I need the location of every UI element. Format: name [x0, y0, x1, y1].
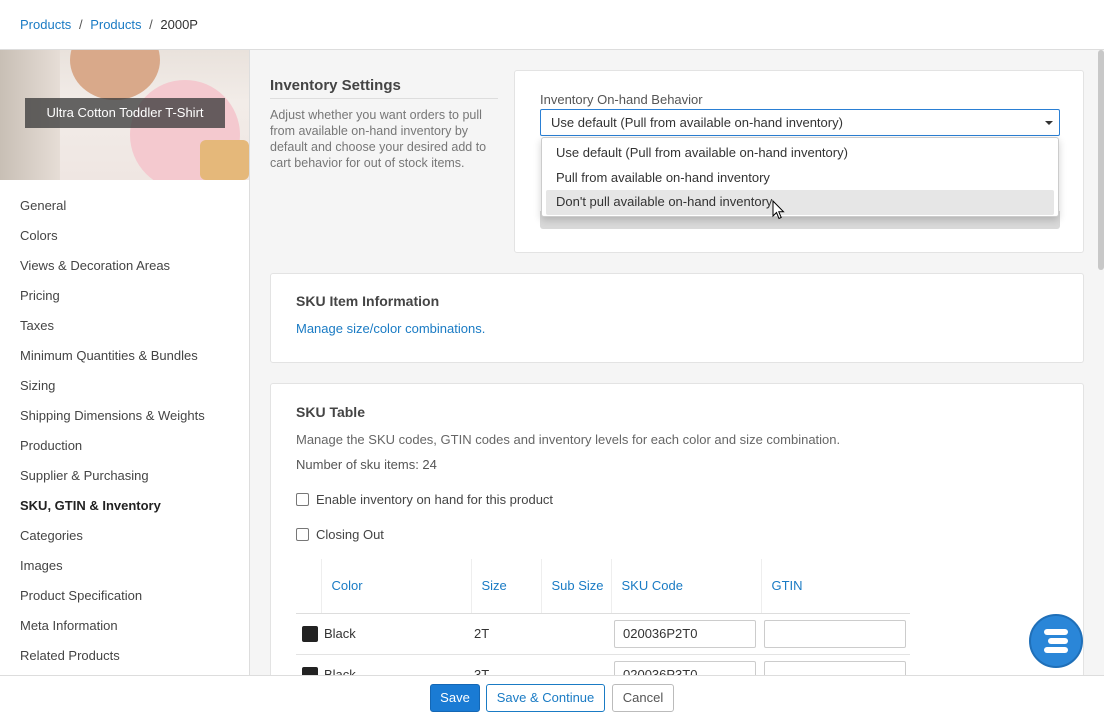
color-swatch-cell: [296, 654, 321, 675]
sidebar-item-minimum-quantities[interactable]: Minimum Quantities & Bundles: [0, 341, 249, 371]
sku-code-input[interactable]: 020036P3T0: [614, 660, 756, 675]
breadcrumb-link-products-2[interactable]: Products: [90, 17, 141, 32]
table-row: Black 3T 020036P3T0: [296, 654, 910, 675]
sub-size-cell: [541, 613, 611, 655]
gtin-cell: [761, 654, 910, 675]
closing-out-checkbox-row[interactable]: Closing Out: [296, 527, 384, 542]
size-cell: 2T: [471, 613, 541, 655]
breadcrumb-separator: /: [78, 17, 83, 32]
product-name-label: Ultra Cotton Toddler T-Shirt: [25, 98, 225, 128]
sidebar: Ultra Cotton Toddler T-Shirt General Col…: [0, 50, 250, 675]
color-swatch-cell: [296, 613, 321, 655]
manage-combinations-link[interactable]: Manage size/color combinations.: [296, 321, 485, 336]
size-cell: 3T: [471, 654, 541, 675]
closing-out-label: Closing Out: [316, 527, 384, 542]
sidebar-item-views-decoration-areas[interactable]: Views & Decoration Areas: [0, 251, 249, 281]
product-image: Ultra Cotton Toddler T-Shirt: [0, 50, 249, 180]
divider: [270, 98, 498, 99]
dropdown-option-dont-pull[interactable]: Don't pull available on-hand inventory: [546, 190, 1054, 215]
color-swatch: [302, 666, 318, 675]
breadcrumb-separator: /: [149, 17, 153, 32]
top-bar: Products / Products / 2000P: [0, 0, 1104, 50]
color-swatch: [302, 625, 318, 642]
inventory-behavior-dropdown-list: Use default (Pull from available on-hand…: [541, 137, 1059, 217]
footer-actions: Save Save & Continue Cancel: [0, 675, 1104, 718]
inventory-behavior-label: Inventory On-hand Behavior: [540, 92, 703, 107]
color-cell: Black: [321, 654, 471, 675]
dropdown-option-pull[interactable]: Pull from available on-hand inventory: [546, 166, 1054, 191]
sidebar-item-sizing[interactable]: Sizing: [0, 371, 249, 401]
inventory-behavior-selected-value: Use default (Pull from available on-hand…: [551, 115, 843, 130]
sku-code-input[interactable]: 020036P2T0: [614, 619, 756, 648]
scrollbar[interactable]: [1098, 50, 1104, 270]
chat-widget-button[interactable]: [1029, 614, 1083, 668]
column-header-sub-size[interactable]: Sub Size: [540, 559, 611, 614]
sku-table-description: Manage the SKU codes, GTIN codes and inv…: [296, 432, 841, 447]
sku-code-cell: 020036P2T0: [611, 613, 761, 655]
sidebar-item-colors[interactable]: Colors: [0, 221, 249, 251]
inventory-behavior-select[interactable]: Use default (Pull from available on-hand…: [540, 109, 1060, 136]
sku-item-information-title: SKU Item Information: [296, 293, 440, 309]
sidebar-item-sku-gtin-inventory[interactable]: SKU, GTIN & Inventory: [0, 491, 249, 521]
sidebar-item-shipping[interactable]: Shipping Dimensions & Weights: [0, 401, 249, 431]
sku-table-card: SKU Table Manage the SKU codes, GTIN cod…: [270, 383, 1084, 675]
breadcrumb-current: 2000P: [160, 17, 198, 32]
sub-size-cell: [541, 654, 611, 675]
sidebar-item-supplier-purchasing[interactable]: Supplier & Purchasing: [0, 461, 249, 491]
column-header-gtin[interactable]: GTIN: [760, 559, 910, 614]
cancel-button[interactable]: Cancel: [612, 684, 674, 712]
sku-table: Color Size Sub Size SKU Code GTIN Black …: [296, 559, 910, 675]
save-continue-button[interactable]: Save & Continue: [486, 684, 605, 712]
dropdown-option-use-default[interactable]: Use default (Pull from available on-hand…: [546, 141, 1054, 166]
inventory-settings-title: Inventory Settings: [270, 77, 401, 94]
sidebar-item-product-specification[interactable]: Product Specification: [0, 581, 249, 611]
breadcrumb: Products / Products / 2000P: [20, 17, 198, 32]
chat-icon-bar: [1044, 629, 1068, 635]
enable-inventory-label: Enable inventory on hand for this produc…: [316, 492, 554, 507]
sidebar-item-related-products[interactable]: Related Products: [0, 641, 249, 671]
column-header-color[interactable]: Color: [320, 559, 471, 614]
sidebar-item-meta-information[interactable]: Meta Information: [0, 611, 249, 641]
sku-item-information-card: SKU Item Information Manage size/color c…: [270, 273, 1084, 363]
sidebar-nav: General Colors Views & Decoration Areas …: [0, 180, 249, 671]
sidebar-item-pricing[interactable]: Pricing: [0, 281, 249, 311]
gtin-input[interactable]: [764, 660, 906, 675]
enable-inventory-checkbox[interactable]: [296, 493, 309, 506]
enable-inventory-checkbox-row[interactable]: Enable inventory on hand for this produc…: [296, 492, 553, 507]
table-header-row: Color Size Sub Size SKU Code GTIN: [296, 559, 910, 614]
breadcrumb-link-products-1[interactable]: Products: [20, 17, 71, 32]
sku-table-title: SKU Table: [296, 404, 365, 420]
sku-code-cell: 020036P3T0: [611, 654, 761, 675]
sidebar-item-taxes[interactable]: Taxes: [0, 311, 249, 341]
swatch-column-header: [296, 559, 321, 614]
closing-out-checkbox[interactable]: [296, 528, 309, 541]
sidebar-item-images[interactable]: Images: [0, 551, 249, 581]
gtin-input[interactable]: [764, 619, 906, 648]
sidebar-item-production[interactable]: Production: [0, 431, 249, 461]
column-header-sku-code[interactable]: SKU Code: [610, 559, 761, 614]
sidebar-item-general[interactable]: General: [0, 191, 249, 221]
column-header-size[interactable]: Size: [470, 559, 541, 614]
mouse-cursor-icon: [772, 200, 785, 220]
caret-down-icon: [1045, 121, 1053, 125]
table-row: Black 2T 020036P2T0: [296, 613, 910, 655]
chat-icon-bar: [1044, 647, 1068, 653]
gtin-cell: [761, 613, 910, 655]
inventory-settings-description: Adjust whether you want orders to pull f…: [270, 108, 487, 170]
sidebar-item-categories[interactable]: Categories: [0, 521, 249, 551]
color-cell: Black: [321, 613, 471, 655]
sku-count: Number of sku items: 24: [296, 457, 437, 472]
chat-icon-bar: [1048, 638, 1068, 644]
save-button[interactable]: Save: [430, 684, 480, 712]
